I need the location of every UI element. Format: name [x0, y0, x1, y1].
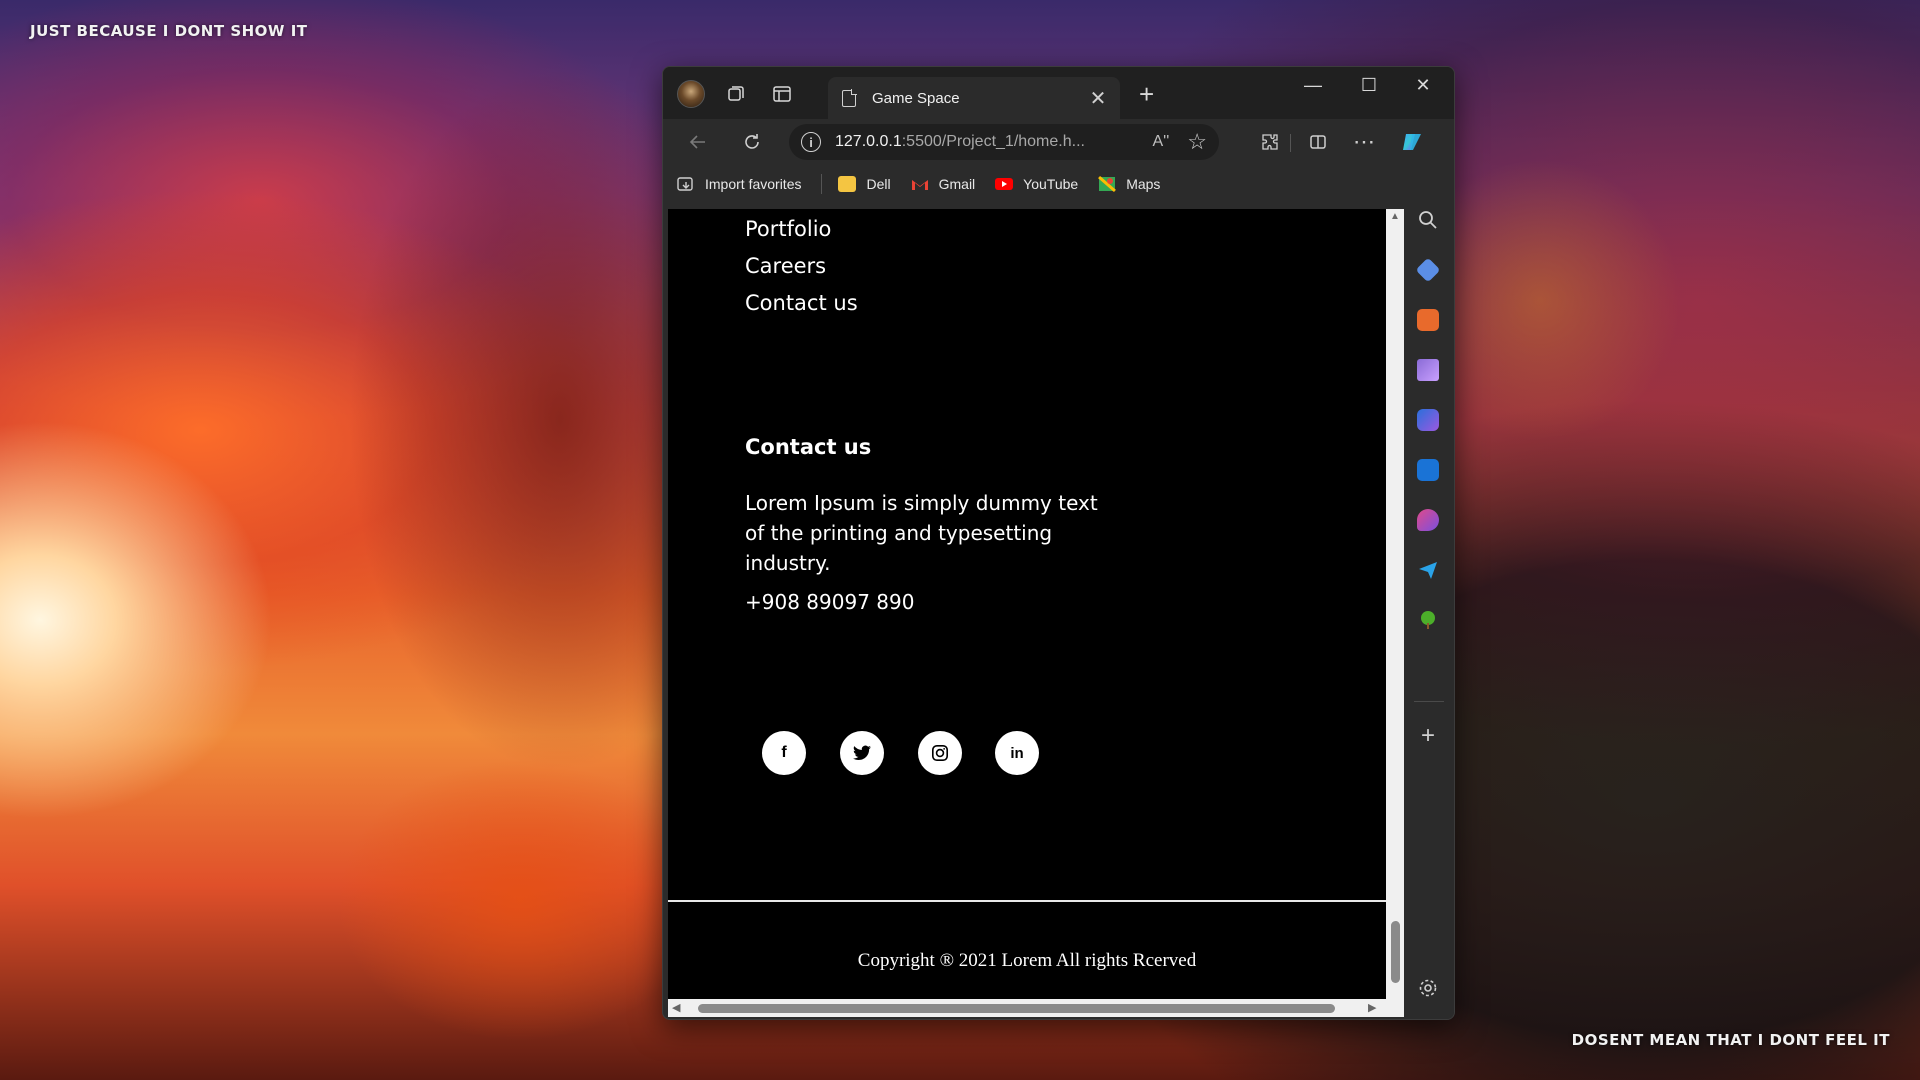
outlook-icon[interactable] [1417, 459, 1439, 481]
linkedin-icon[interactable]: in [995, 731, 1039, 775]
favorites-bar: Import favorites Dell Gmail YouTube Maps [663, 165, 1454, 203]
bookmark-maps[interactable]: Maps [1098, 176, 1160, 192]
bookmark-label: Maps [1126, 176, 1161, 192]
bookmark-youtube[interactable]: YouTube [995, 176, 1078, 192]
contact-heading: Contact us [745, 435, 872, 459]
designer-icon[interactable] [1417, 509, 1439, 531]
bookmark-label: Dell [866, 176, 891, 192]
shopping-tag-icon[interactable] [1415, 257, 1441, 283]
tree-icon[interactable] [1417, 609, 1439, 631]
page-viewport: Portfolio Careers Contact us Contact us … [668, 209, 1386, 1017]
sidebar-separator [1414, 701, 1444, 702]
youtube-icon [995, 178, 1014, 190]
tools-icon[interactable] [1417, 309, 1439, 331]
send-icon[interactable] [1417, 559, 1439, 581]
tab-close-icon[interactable]: ✕ [1086, 86, 1110, 111]
workspaces-icon[interactable] [723, 81, 749, 107]
footer-link-careers[interactable]: Careers [745, 254, 826, 278]
edge-sidebar: + [1402, 165, 1454, 1019]
url-path: :5500/Project_1/home.h... [901, 133, 1085, 150]
vertical-scrollbar[interactable]: ▲ ▼ [1386, 209, 1404, 1017]
bookmark-gmail[interactable]: Gmail [911, 176, 976, 192]
site-info-icon[interactable]: i [801, 132, 821, 152]
extensions-icon[interactable] [1255, 127, 1285, 157]
footer-link-contact-us[interactable]: Contact us [745, 291, 858, 315]
twitter-icon[interactable] [840, 731, 884, 775]
scroll-left-arrow-icon[interactable]: ◀ [672, 1001, 680, 1014]
facebook-icon[interactable]: f [762, 731, 806, 775]
read-aloud-icon[interactable]: A'' [1152, 133, 1169, 151]
search-icon[interactable] [1417, 209, 1439, 231]
navigation-toolbar: i 127.0.0.1:5500/Project_1/home.h... A''… [663, 119, 1454, 165]
maps-icon [1098, 176, 1117, 192]
tab-actions-icon[interactable] [769, 81, 795, 107]
bookmark-import-favorites[interactable]: Import favorites [677, 176, 801, 192]
desktop-overlay-text-bottom: DOSENT MEAN THAT I DONT FEEL IT [1571, 1031, 1890, 1049]
back-icon[interactable] [683, 127, 713, 157]
browser-window: Game Space ✕ + — ☐ ✕ i 127.0.0.1:5500/Pr… [662, 66, 1455, 1020]
close-icon[interactable]: ✕ [1403, 75, 1443, 96]
web-page: Portfolio Careers Contact us Contact us … [668, 209, 1386, 999]
folder-icon [838, 176, 857, 192]
copilot-sidebar-icon[interactable] [1417, 409, 1439, 431]
tab-title: Game Space [872, 89, 960, 107]
new-tab-icon[interactable]: + [1139, 79, 1154, 110]
copilot-icon[interactable] [1398, 127, 1428, 157]
maximize-icon[interactable]: ☐ [1349, 75, 1389, 96]
toolbar-separator [1290, 134, 1291, 152]
title-bar: Game Space ✕ + — ☐ ✕ [663, 67, 1454, 119]
gmail-icon [911, 180, 928, 190]
minimize-icon[interactable]: — [1293, 75, 1333, 96]
address-bar[interactable]: i 127.0.0.1:5500/Project_1/home.h... A''… [789, 124, 1219, 160]
desktop-overlay-text-top: JUST BECAUSE I DONT SHOW IT [30, 22, 308, 40]
vertical-scroll-thumb[interactable] [1391, 921, 1400, 983]
horizontal-scrollbar[interactable]: ◀ ▶ [668, 999, 1404, 1017]
scroll-right-arrow-icon[interactable]: ▶ [1368, 1001, 1376, 1014]
tab-game-space[interactable]: Game Space ✕ [828, 77, 1120, 119]
import-icon [677, 177, 693, 191]
split-screen-icon[interactable] [1303, 127, 1333, 157]
refresh-icon[interactable] [737, 127, 767, 157]
scroll-up-arrow-icon[interactable]: ▲ [1390, 211, 1400, 222]
bookmark-label: Gmail [938, 176, 976, 192]
contact-description: Lorem Ipsum is simply dummy text of the … [745, 491, 1098, 575]
footer-divider [668, 900, 1386, 902]
url-host: 127.0.0.1 [835, 133, 902, 150]
contact-phone: +908 89097 890 [745, 590, 915, 614]
page-icon [842, 89, 857, 107]
bookmark-separator [821, 174, 823, 194]
url-text[interactable]: 127.0.0.1:5500/Project_1/home.h... [835, 133, 1144, 151]
bookmark-label: Import favorites [705, 176, 802, 192]
bookmark-dell[interactable]: Dell [838, 176, 891, 192]
footer-link-portfolio[interactable]: Portfolio [745, 217, 831, 241]
settings-gear-icon[interactable] [1417, 977, 1439, 999]
more-options-icon[interactable]: ⋯ [1349, 127, 1379, 157]
favorite-star-icon[interactable]: ☆ [1187, 129, 1207, 155]
bookmark-label: YouTube [1023, 176, 1079, 192]
horizontal-scroll-thumb[interactable] [698, 1004, 1335, 1013]
instagram-icon[interactable] [918, 731, 962, 775]
profile-avatar[interactable] [677, 80, 705, 108]
add-icon[interactable]: + [1417, 724, 1439, 748]
games-icon[interactable] [1417, 359, 1439, 381]
copyright-text: Copyright ® 2021 Lorem All rights Rcerve… [857, 950, 1197, 971]
